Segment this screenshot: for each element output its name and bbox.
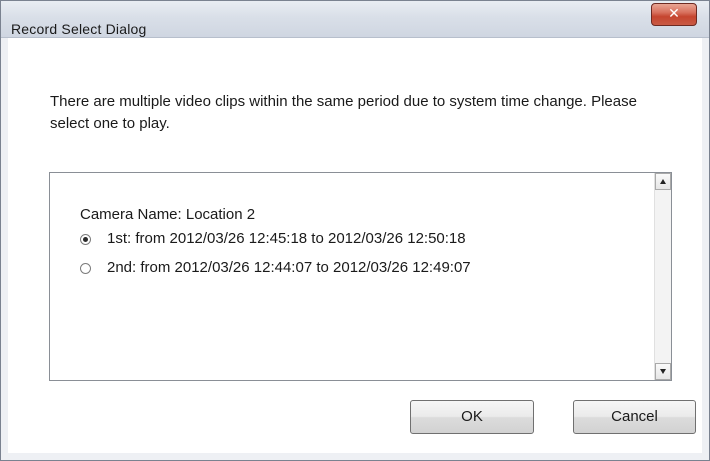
close-icon: ✕	[668, 6, 680, 22]
close-button[interactable]: ✕	[651, 3, 697, 26]
clip-option-2nd[interactable]: 2nd: from 2012/03/26 12:44:07 to 2012/03…	[80, 259, 471, 288]
scroll-up-arrow-icon[interactable]	[655, 173, 671, 190]
radio-button-1st[interactable]	[80, 234, 91, 245]
dialog-body: There are multiple video clips within th…	[8, 38, 702, 453]
clip-option-1st[interactable]: 1st: from 2012/03/26 12:45:18 to 2012/03…	[80, 230, 471, 259]
scroll-down-arrow-icon[interactable]	[655, 363, 671, 380]
clip-list-content: Camera Name: Location 2 1st: from 2012/0…	[80, 206, 471, 288]
vertical-scrollbar[interactable]	[654, 173, 671, 380]
clip-option-label: 1st: from 2012/03/26 12:45:18 to 2012/03…	[107, 230, 466, 247]
cancel-button[interactable]: Cancel	[573, 400, 696, 434]
radio-button-2nd[interactable]	[80, 263, 91, 274]
record-select-dialog: Record Select Dialog ✕ There are multipl…	[0, 0, 710, 461]
camera-name-label: Camera Name: Location 2	[80, 206, 256, 223]
dialog-message: There are multiple video clips within th…	[50, 93, 637, 132]
window-title: Record Select Dialog	[11, 21, 147, 37]
ok-button[interactable]: OK	[410, 400, 534, 434]
clip-list-box[interactable]: Camera Name: Location 2 1st: from 2012/0…	[49, 172, 672, 381]
clip-option-label: 2nd: from 2012/03/26 12:44:07 to 2012/03…	[107, 259, 471, 276]
title-bar[interactable]: Record Select Dialog ✕	[1, 1, 709, 38]
